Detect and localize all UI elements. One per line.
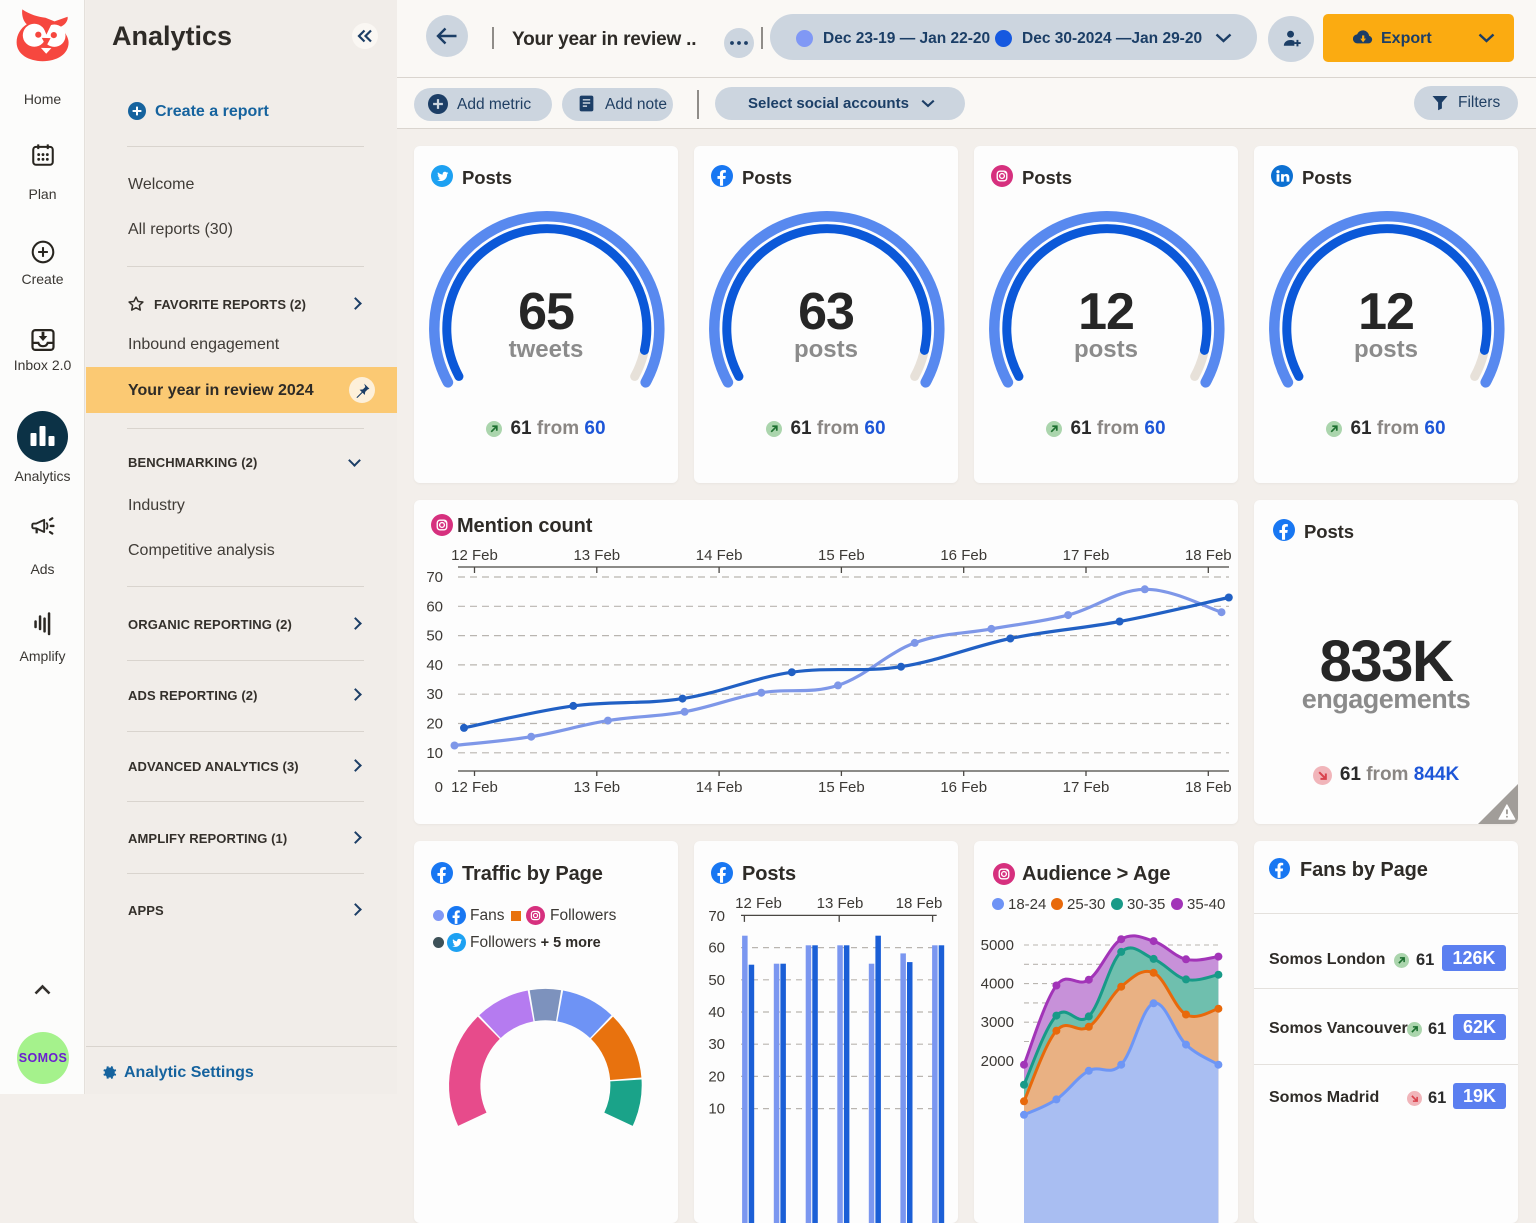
svg-text:5000: 5000 [981,937,1014,954]
svg-text:18 Feb: 18 Feb [896,895,943,912]
svg-text:13 Feb: 13 Feb [817,895,864,912]
svg-text:50: 50 [708,972,725,989]
svg-text:2000: 2000 [981,1053,1014,1070]
svg-text:10: 10 [426,745,443,762]
svg-text:12 Feb: 12 Feb [451,547,498,564]
svg-text:13 Feb: 13 Feb [573,547,620,564]
svg-text:50: 50 [426,628,443,645]
svg-text:4000: 4000 [981,976,1014,993]
svg-text:60: 60 [708,940,725,957]
svg-text:0: 0 [435,779,443,796]
svg-text:16 Feb: 16 Feb [940,779,987,796]
svg-text:17 Feb: 17 Feb [1063,547,1110,564]
svg-text:40: 40 [708,1004,725,1021]
svg-text:70: 70 [426,569,443,586]
svg-text:30: 30 [426,686,443,703]
svg-text:40: 40 [426,657,443,674]
svg-text:14 Feb: 14 Feb [696,547,743,564]
svg-text:18 Feb: 18 Feb [1185,779,1232,796]
svg-text:17 Feb: 17 Feb [1063,779,1110,796]
svg-text:10: 10 [708,1101,725,1118]
svg-text:20: 20 [426,716,443,733]
svg-text:13 Feb: 13 Feb [573,779,620,796]
svg-text:30: 30 [708,1036,725,1053]
svg-text:18 Feb: 18 Feb [1185,547,1232,564]
svg-text:16 Feb: 16 Feb [940,547,987,564]
svg-text:14 Feb: 14 Feb [696,779,743,796]
svg-text:12 Feb: 12 Feb [451,779,498,796]
svg-text:15 Feb: 15 Feb [818,779,865,796]
svg-text:15 Feb: 15 Feb [818,547,865,564]
svg-text:12 Feb: 12 Feb [735,895,782,912]
svg-text:60: 60 [426,598,443,615]
svg-text:70: 70 [708,908,725,925]
svg-text:3000: 3000 [981,1014,1014,1031]
svg-text:20: 20 [708,1068,725,1085]
